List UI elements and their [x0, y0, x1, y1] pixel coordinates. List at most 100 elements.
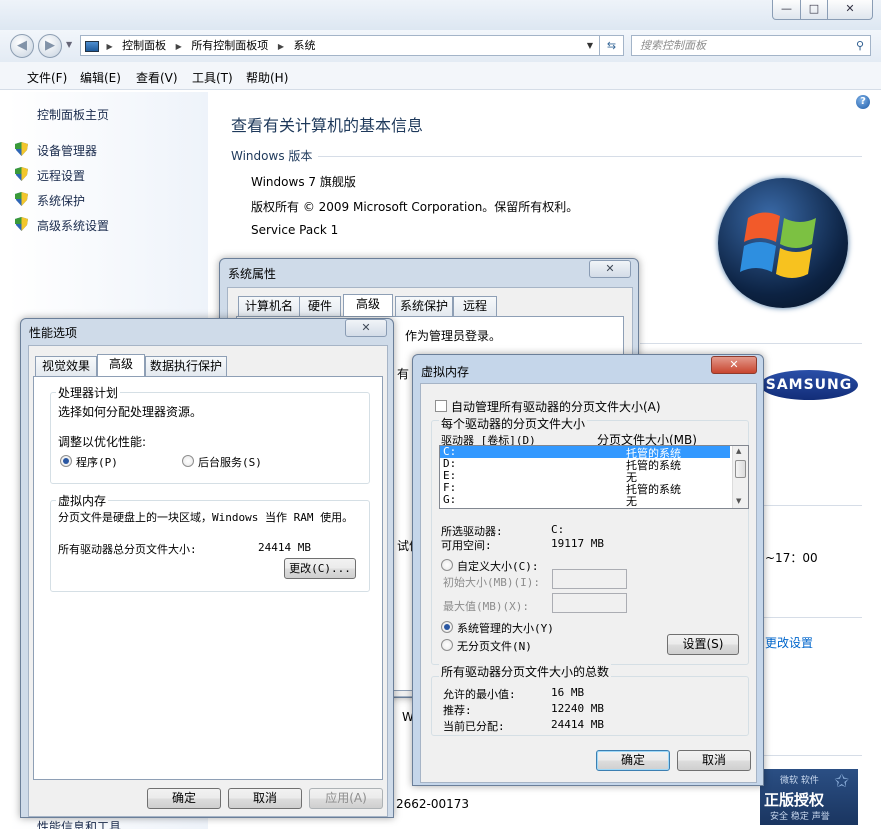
radio-programs-label[interactable]: 程序(P): [76, 454, 118, 470]
max-size-input[interactable]: [552, 593, 627, 613]
totals-title: 所有驱动器分页文件大小的总数: [439, 663, 612, 680]
search-input[interactable]: 搜索控制面板 ⚲: [631, 35, 871, 56]
manufacturer-logo: SAMSUNG: [760, 370, 858, 400]
address-dropdown-icon[interactable]: ▼: [587, 36, 593, 55]
recommended-value: 12240 MB: [551, 702, 604, 715]
radio-system-managed[interactable]: [441, 621, 453, 633]
drive-list[interactable]: C: 托管的系统 D: 托管的系统 E: 无 F: 托管的系统 G: 无 ▲ ▼: [439, 445, 749, 509]
menu-tools[interactable]: 工具(T): [192, 69, 233, 86]
radio-background[interactable]: [182, 455, 194, 467]
peek-text: 有: [397, 367, 410, 381]
menu-help[interactable]: 帮助(H): [246, 69, 288, 86]
menu-bar: [0, 62, 881, 90]
peek-time: ~17：00: [765, 551, 818, 565]
sidebar-item-system-protection[interactable]: 系统保护: [37, 192, 85, 209]
ok-button[interactable]: 确定: [147, 788, 221, 809]
min-label: 允许的最小值:: [443, 688, 516, 701]
current-label: 当前已分配:: [443, 720, 505, 733]
vm-total-label: 所有驱动器总分页文件大小:: [58, 543, 197, 556]
menu-file[interactable]: 文件(F): [27, 69, 67, 86]
vm-desc: 分页文件是硬盘上的一块区域，Windows 当作 RAM 使用。: [58, 511, 354, 524]
tab-remote[interactable]: 远程: [453, 296, 497, 316]
radio-background-label[interactable]: 后台服务(S): [198, 454, 262, 470]
drive-row[interactable]: E: 无: [440, 469, 730, 484]
radio-system-managed-label[interactable]: 系统管理的大小(Y): [457, 620, 554, 636]
recent-pages-icon[interactable]: ▼: [66, 40, 72, 49]
tab-hardware[interactable]: 硬件: [299, 296, 341, 316]
drive-size: 无: [626, 495, 637, 508]
tab-visual-effects[interactable]: 视觉效果: [35, 356, 97, 376]
breadcrumb-separator-icon[interactable]: ▶: [176, 42, 182, 51]
breadcrumb-all-items[interactable]: 所有控制面板项: [191, 39, 268, 52]
breadcrumb-separator-icon[interactable]: ▶: [107, 42, 113, 51]
sidebar-item-device-manager[interactable]: 设备管理器: [37, 142, 97, 159]
tab-dep[interactable]: 数据执行保护: [145, 356, 227, 376]
radio-custom-size[interactable]: [441, 559, 453, 571]
vm-total-value: 24414 MB: [258, 541, 311, 554]
auto-manage-label[interactable]: 自动管理所有驱动器的分页文件大小(A): [451, 398, 661, 415]
menu-edit[interactable]: 编辑(E): [80, 69, 121, 86]
dialog-body: 视觉效果 高级 数据执行保护 处理器计划 选择如何分配处理器资源。 调整以优化性…: [28, 345, 388, 817]
close-button[interactable]: ✕: [711, 356, 757, 374]
menu-view[interactable]: 查看(V): [136, 69, 178, 86]
shield-icon: [15, 217, 28, 231]
drive-row-selected[interactable]: C: 托管的系统: [440, 446, 730, 460]
page-title: 查看有关计算机的基本信息: [231, 116, 424, 135]
drive-row[interactable]: F: 托管的系统: [440, 481, 730, 496]
breadcrumb-separator-icon[interactable]: ▶: [278, 42, 284, 51]
adjust-label: 调整以优化性能:: [58, 435, 147, 449]
refresh-icon[interactable]: ⇆: [600, 35, 624, 56]
sidebar-home-link[interactable]: 控制面板主页: [37, 106, 109, 123]
address-bar[interactable]: ▶ 控制面板 ▶ 所有控制面板项 ▶ 系统 ▼: [80, 35, 600, 56]
tab-system-protection[interactable]: 系统保护: [395, 296, 453, 316]
ok-button[interactable]: 确定: [596, 750, 670, 771]
tab-advanced[interactable]: 高级: [343, 294, 393, 316]
tab-advanced[interactable]: 高级: [97, 354, 145, 376]
tab-computer-name[interactable]: 计算机名: [238, 296, 300, 316]
help-icon[interactable]: ?: [856, 95, 870, 109]
radio-custom-size-label[interactable]: 自定义大小(C):: [457, 558, 539, 574]
free-space-value: 19117 MB: [551, 537, 604, 550]
forward-icon[interactable]: ▶: [38, 34, 62, 58]
close-button[interactable]: ✕: [345, 319, 387, 337]
sidebar-item-remote-settings[interactable]: 远程设置: [37, 167, 85, 184]
divider: [318, 156, 862, 157]
drive-row[interactable]: D: 托管的系统: [440, 457, 730, 472]
drive-row[interactable]: G: 无: [440, 493, 730, 508]
change-button[interactable]: 更改(C)...: [284, 558, 356, 579]
performance-options-dialog: 性能选项 ✕ 视觉效果 高级 数据执行保护 处理器计划 选择如何分配处理器资源。…: [20, 318, 394, 818]
sidebar-item-advanced-settings[interactable]: 高级系统设置: [37, 217, 109, 234]
apply-button[interactable]: 应用(A): [309, 788, 383, 809]
cancel-button[interactable]: 取消: [677, 750, 751, 771]
divider: [640, 343, 862, 344]
sidebar-item-performance[interactable]: 性能信息和工具: [37, 818, 121, 829]
title-bar: — □ ✕: [0, 0, 881, 30]
tab-panel: 处理器计划 选择如何分配处理器资源。 调整以优化性能: 程序(P) 后台服务(S…: [33, 376, 383, 780]
initial-size-input[interactable]: [552, 569, 627, 589]
radio-programs[interactable]: [60, 455, 72, 467]
change-settings-link[interactable]: 更改设置: [765, 634, 813, 651]
breadcrumb-control-panel[interactable]: 控制面板: [122, 39, 166, 52]
scroll-down-icon[interactable]: ▼: [736, 497, 741, 505]
dialog-body: 自动管理所有驱动器的分页文件大小(A) 每个驱动器的分页文件大小 驱动器 [卷标…: [420, 383, 757, 783]
radio-no-paging[interactable]: [441, 639, 453, 651]
close-button[interactable]: ✕: [827, 0, 873, 20]
scrollbar[interactable]: ▲ ▼: [732, 446, 748, 508]
scroll-thumb[interactable]: [735, 460, 746, 478]
auto-manage-checkbox[interactable]: [435, 400, 447, 412]
close-button[interactable]: ✕: [589, 260, 631, 278]
radio-no-paging-label[interactable]: 无分页文件(N): [457, 638, 532, 654]
back-icon[interactable]: ◀: [10, 34, 34, 58]
minimize-button[interactable]: —: [772, 0, 801, 20]
cancel-button[interactable]: 取消: [228, 788, 302, 809]
genuine-badge[interactable]: 微软 软件 正版授权 安全 稳定 声誉 ✩: [760, 769, 858, 825]
breadcrumb-system[interactable]: 系统: [293, 39, 315, 52]
search-icon[interactable]: ⚲: [856, 36, 864, 55]
selected-drive-value: C:: [551, 523, 565, 536]
dialog-title: 性能选项: [29, 326, 78, 340]
maximize-button[interactable]: □: [800, 0, 828, 20]
shield-icon: [15, 167, 28, 181]
product-id: 2662-00173: [396, 797, 470, 811]
set-button[interactable]: 设置(S): [667, 634, 739, 655]
scroll-up-icon[interactable]: ▲: [736, 447, 741, 455]
